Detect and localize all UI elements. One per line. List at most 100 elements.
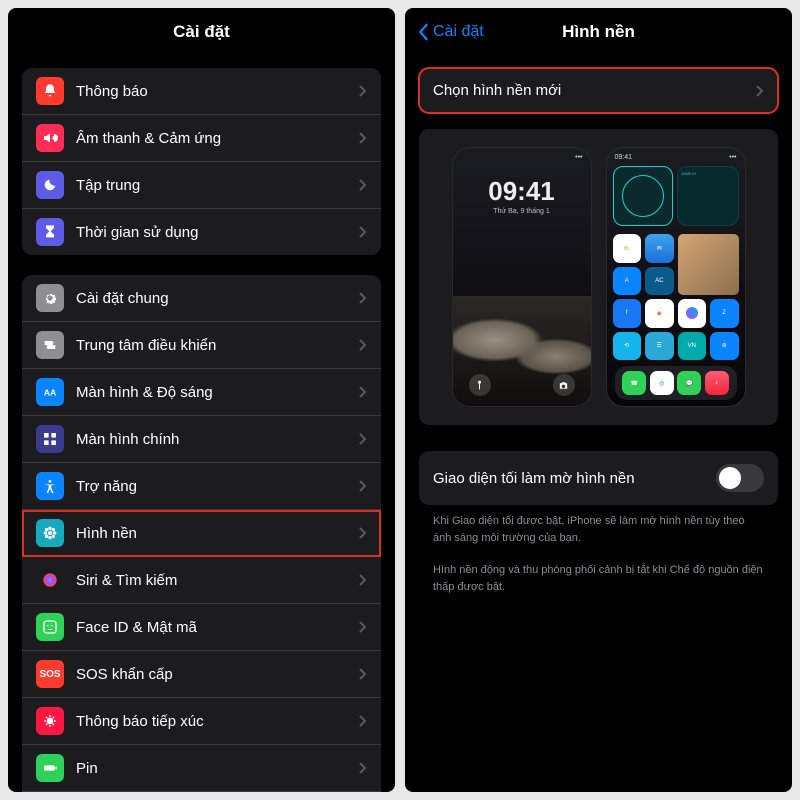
settings-group: Cài đặt chung Trung tâm điều khiển AA Màn h… — [22, 275, 381, 792]
settings-list[interactable]: Thông báo Âm thanh & Cảm ứng Tập trung Thời… — [8, 56, 395, 792]
siri-icon — [36, 566, 64, 594]
faceid-icon — [36, 613, 64, 641]
app-icon — [678, 299, 707, 328]
settings-row-faceid[interactable]: Face ID & Mật mã — [22, 604, 381, 651]
row-label: Thông báo tiếp xúc — [76, 713, 359, 730]
settings-row-flower[interactable]: Hình nền — [22, 510, 381, 557]
page-title: Cài đặt — [173, 22, 230, 42]
home-screen-preview[interactable]: 09:41••• MARCH ⛅ ✉ A AC f ◉ Z ⟲ ☰ — [606, 147, 746, 407]
dims-wallpaper-toggle[interactable] — [716, 464, 764, 492]
settings-row-moon[interactable]: Tập trung — [22, 162, 381, 209]
settings-row-hourglass[interactable]: Thời gian sử dụng — [22, 209, 381, 255]
camera-button[interactable] — [553, 374, 575, 396]
flashlight-button[interactable] — [469, 374, 491, 396]
settings-row-toggles[interactable]: Trung tâm điều khiển — [22, 322, 381, 369]
status-bar: ••• — [461, 154, 583, 161]
chevron-right-icon — [359, 226, 367, 238]
dark-appearance-dims-row: Giao diện tối làm mờ hình nền — [419, 451, 778, 505]
chevron-right-icon — [359, 668, 367, 680]
row-label: Màn hình chính — [76, 431, 359, 448]
status-bar: 09:41••• — [615, 154, 737, 161]
row-label: Tập trung — [76, 177, 359, 194]
chevron-right-icon — [359, 574, 367, 586]
lock-controls — [453, 374, 591, 396]
row-label: Màn hình & Độ sáng — [76, 384, 359, 401]
hourglass-icon — [36, 218, 64, 246]
app-icon: ⟲ — [613, 332, 642, 361]
app-icon: ☰ — [645, 332, 674, 361]
aa-icon: AA — [36, 378, 64, 406]
row-label: Trợ năng — [76, 478, 359, 495]
settings-row-grid[interactable]: Màn hình chính — [22, 416, 381, 463]
wallpaper-preview-container: ••• 09:41 Thứ Ba, 9 tháng 1 09:41••• MAR… — [419, 129, 778, 425]
back-button[interactable]: Cài đặt — [417, 23, 484, 41]
row-label: Trung tâm điều khiển — [76, 337, 359, 354]
app-icon: ◉ — [645, 299, 674, 328]
speaker-icon — [36, 124, 64, 152]
row-label: Face ID & Mật mã — [76, 619, 359, 636]
wallpaper-content[interactable]: Chọn hình nền mới ••• 09:41 Thứ Ba, 9 th… — [405, 56, 792, 792]
flower-icon — [36, 519, 64, 547]
row-label: Âm thanh & Cảm ứng — [76, 130, 359, 147]
settings-row-siri[interactable]: Siri & Tìm kiếm — [22, 557, 381, 604]
lock-date: Thứ Ba, 9 tháng 1 — [453, 208, 591, 215]
home-app-grid: ⛅ ✉ A AC f ◉ Z ⟲ ☰ VN ⊚ — [613, 234, 739, 360]
bell-icon — [36, 77, 64, 105]
app-icon: ⊚ — [710, 332, 739, 361]
svg-text:AA: AA — [44, 387, 57, 397]
row-label: Siri & Tìm kiếm — [76, 572, 359, 589]
settings-row-sos[interactable]: SOS SOS khẩn cấp — [22, 651, 381, 698]
settings-group: Thông báo Âm thanh & Cảm ứng Tập trung Thời… — [22, 68, 381, 255]
lock-time: 09:41 — [453, 176, 591, 207]
chevron-right-icon — [359, 85, 367, 97]
chevron-right-icon — [359, 480, 367, 492]
chevron-right-icon — [359, 339, 367, 351]
settings-row-bell[interactable]: Thông báo — [22, 68, 381, 115]
settings-screen-left: Cài đặt Thông báo Âm thanh & Cảm ứng Tập t… — [8, 8, 395, 792]
settings-row-virus[interactable]: Thông báo tiếp xúc — [22, 698, 381, 745]
row-label: Thời gian sử dụng — [76, 224, 359, 241]
app-icon: ⛅ — [613, 234, 642, 263]
settings-row-accessibility[interactable]: Trợ năng — [22, 463, 381, 510]
battery-icon — [36, 754, 64, 782]
music-app-icon: ♪ — [705, 371, 729, 395]
settings-row-aa[interactable]: AA Màn hình & Độ sáng — [22, 369, 381, 416]
chevron-right-icon — [359, 527, 367, 539]
messages-app-icon: 💬 — [677, 371, 701, 395]
row-label: Thông báo — [76, 83, 359, 100]
chevron-right-icon — [756, 85, 764, 97]
gear-icon — [36, 284, 64, 312]
settings-row-speaker[interactable]: Âm thanh & Cảm ứng — [22, 115, 381, 162]
toggles-icon — [36, 331, 64, 359]
chevron-right-icon — [359, 179, 367, 191]
choose-new-label: Chọn hình nền mới — [433, 82, 561, 99]
app-icon: ✉ — [645, 234, 674, 263]
footnote-2: Hình nền động và thu phóng phối cảnh bị … — [419, 562, 778, 611]
row-label: SOS khẩn cấp — [76, 666, 359, 683]
wallpaper-screen-right: Cài đặt Hình nền Chọn hình nền mới ••• 0… — [405, 8, 792, 792]
app-icon: Z — [710, 299, 739, 328]
back-label: Cài đặt — [433, 23, 484, 41]
lock-screen-preview[interactable]: ••• 09:41 Thứ Ba, 9 tháng 1 — [452, 147, 592, 407]
sos-icon: SOS — [36, 660, 64, 688]
row-label: Pin — [76, 760, 359, 777]
grid-icon — [36, 425, 64, 453]
chevron-left-icon — [417, 23, 429, 41]
chevron-right-icon — [359, 762, 367, 774]
settings-row-battery[interactable]: Pin — [22, 745, 381, 792]
chevron-right-icon — [359, 621, 367, 633]
settings-row-gear[interactable]: Cài đặt chung — [22, 275, 381, 322]
chevron-right-icon — [359, 433, 367, 445]
clock-widget — [613, 166, 673, 226]
app-icon: f — [613, 299, 642, 328]
choose-new-wallpaper-row[interactable]: Chọn hình nền mới — [419, 68, 778, 113]
lock-clock: 09:41 Thứ Ba, 9 tháng 1 — [453, 176, 591, 215]
app-icon: A — [613, 267, 642, 296]
moon-icon — [36, 171, 64, 199]
safari-app-icon: ◎ — [650, 371, 674, 395]
app-icon: VN — [678, 332, 707, 361]
page-title: Hình nền — [562, 22, 635, 42]
toggle-label: Giao diện tối làm mờ hình nền — [433, 470, 635, 487]
footnote-1: Khi Giao diện tối được bật, iPhone sẽ là… — [419, 513, 778, 562]
phone-app-icon: ☎ — [622, 371, 646, 395]
